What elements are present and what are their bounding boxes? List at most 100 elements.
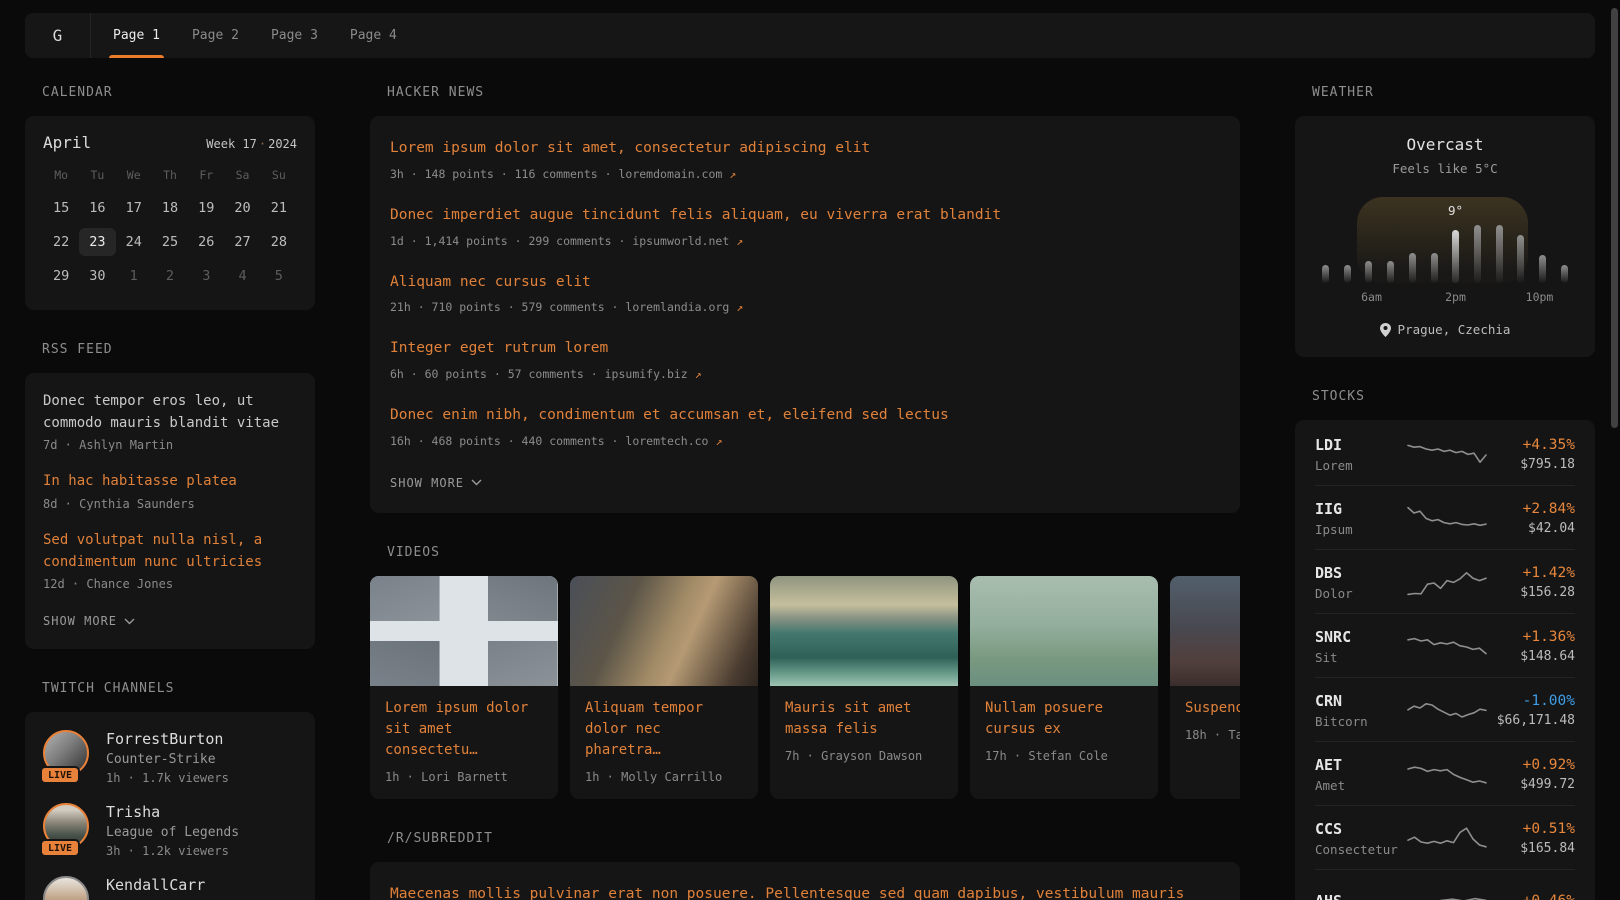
calendar-day[interactable]: 23	[79, 228, 115, 256]
hn-item: Donec enim nibh, condimentum et accumsan…	[390, 405, 1220, 448]
stock-ticker[interactable]: IIG	[1315, 500, 1407, 518]
calendar-day[interactable]: 18	[152, 194, 188, 222]
stock-ticker[interactable]: CRN	[1315, 692, 1407, 710]
calendar-day[interactable]: 5	[261, 262, 297, 290]
stock-row[interactable]: AHS+0.46%	[1315, 870, 1575, 900]
rss-item-title[interactable]: Donec tempor eros leo, ut commodo mauris…	[43, 391, 297, 434]
calendar-day[interactable]: 3	[188, 262, 224, 290]
calendar-day[interactable]: 16	[79, 194, 115, 222]
stock-ticker[interactable]: LDI	[1315, 436, 1407, 454]
stock-row[interactable]: CRNBitcorn-1.00%$66,171.48	[1315, 678, 1575, 742]
twitch-channel-name[interactable]: Trisha	[106, 803, 239, 821]
weather-bar	[1496, 225, 1503, 283]
stock-name: Sit	[1315, 650, 1407, 665]
stock-sparkline	[1407, 565, 1487, 599]
video-card[interactable]: Nullam posuere cursus ex 17h · Stefan Co…	[970, 576, 1158, 799]
tab-page-2[interactable]: Page 2	[176, 13, 255, 58]
twitch-channel-name[interactable]: ForrestBurton	[106, 730, 229, 748]
stock-ticker[interactable]: AHS	[1315, 892, 1407, 900]
twitch-channel-meta: 1h · 1.7k viewers	[106, 771, 229, 785]
hn-item-title[interactable]: Integer eget rutrum lorem	[390, 338, 1220, 360]
twitch-widget: TWITCH CHANNELS LIVE ForrestBurton Count…	[25, 681, 315, 900]
twitch-channel-row: LIVE ForrestBurton Counter-Strike 1h · 1…	[43, 730, 297, 785]
calendar-day[interactable]: 1	[116, 262, 152, 290]
calendar-day[interactable]: 27	[224, 228, 260, 256]
hn-item-title[interactable]: Donec enim nibh, condimentum et accumsan…	[390, 405, 1220, 427]
tab-page-1[interactable]: Page 1	[97, 13, 176, 58]
stock-row[interactable]: DBSDolor+1.42%$156.28	[1315, 550, 1575, 614]
stock-ticker[interactable]: SNRC	[1315, 628, 1407, 646]
calendar-day[interactable]: 25	[152, 228, 188, 256]
rss-item-title[interactable]: Sed volutpat nulla nisl, a condimentum n…	[43, 530, 297, 573]
hn-item-meta: 16h · 468 points · 440 comments · loremt…	[390, 434, 1220, 448]
stocks-section-label: STOCKS	[1312, 389, 1595, 404]
stock-ticker[interactable]: CCS	[1315, 820, 1407, 838]
weather-feels-like: Feels like 5°C	[1319, 161, 1571, 176]
calendar-day[interactable]: 15	[43, 194, 79, 222]
video-card[interactable]: Suspendisse diam 18h · Tara	[1170, 576, 1240, 799]
hn-item: Aliquam nec cursus elit 21h · 710 points…	[390, 272, 1220, 315]
calendar-day[interactable]: 4	[224, 262, 260, 290]
rss-show-more-button[interactable]: SHOW MORE	[43, 614, 135, 628]
stock-sparkline	[1407, 821, 1487, 855]
reddit-post-title[interactable]: Maecenas mollis pulvinar erat non posuer…	[390, 884, 1220, 900]
stock-row[interactable]: LDILorem+4.35%$795.18	[1315, 422, 1575, 486]
vertical-scrollbar[interactable]	[1611, 8, 1618, 428]
weather-section-label: WEATHER	[1312, 85, 1595, 100]
external-link-icon[interactable]: ↗	[695, 367, 702, 381]
stock-row[interactable]: IIGIpsum+2.84%$42.04	[1315, 486, 1575, 550]
hacker-news-section-label: HACKER NEWS	[387, 85, 1240, 100]
video-meta: 18h · Tara	[1170, 719, 1240, 757]
video-thumbnail	[970, 576, 1158, 686]
tab-page-3[interactable]: Page 3	[255, 13, 334, 58]
calendar-day[interactable]: 22	[43, 228, 79, 256]
calendar-day[interactable]: 19	[188, 194, 224, 222]
app-logo[interactable]: G	[25, 13, 91, 58]
stock-row[interactable]: CCSConsectetur+0.51%$165.84	[1315, 806, 1575, 870]
external-link-icon[interactable]: ↗	[729, 167, 736, 181]
video-thumbnail	[370, 576, 558, 686]
twitch-channel-name[interactable]: KendallCarr	[106, 876, 205, 894]
calendar-day[interactable]: 20	[224, 194, 260, 222]
stock-name: Consectetur	[1315, 842, 1407, 857]
external-link-icon[interactable]: ↗	[715, 434, 722, 448]
calendar-week-info: Week 17·2024	[206, 137, 297, 151]
tab-page-4[interactable]: Page 4	[334, 13, 413, 58]
video-thumbnail	[770, 576, 958, 686]
calendar-weekday: Tu	[79, 168, 115, 188]
rss-item-title[interactable]: In hac habitasse platea	[43, 471, 297, 493]
calendar-weekday: Mo	[43, 168, 79, 188]
stock-ticker[interactable]: DBS	[1315, 564, 1407, 582]
hn-item-title[interactable]: Lorem ipsum dolor sit amet, consectetur …	[390, 138, 1220, 160]
video-card[interactable]: Aliquam tempor dolor nec pharetra… 1h · …	[570, 576, 758, 799]
video-card[interactable]: Lorem ipsum dolor sit amet consectetu… 1…	[370, 576, 558, 799]
calendar-day[interactable]: 26	[188, 228, 224, 256]
stock-row[interactable]: SNRCSit+1.36%$148.64	[1315, 614, 1575, 678]
weather-axis-label: 6am	[1361, 290, 1382, 304]
external-link-icon[interactable]: ↗	[736, 234, 743, 248]
weather-bar-chart: 9°	[1319, 197, 1571, 283]
hn-show-more-button[interactable]: SHOW MORE	[390, 476, 482, 490]
calendar-weekday: Fr	[188, 168, 224, 188]
calendar-day[interactable]: 29	[43, 262, 79, 290]
calendar-day[interactable]: 24	[116, 228, 152, 256]
weather-bar	[1517, 235, 1524, 283]
avatar[interactable]	[43, 876, 89, 900]
weather-bar	[1344, 265, 1351, 283]
middle-column: HACKER NEWS Lorem ipsum dolor sit amet, …	[370, 85, 1240, 900]
calendar-day[interactable]: 17	[116, 194, 152, 222]
hn-item: Donec imperdiet augue tincidunt felis al…	[390, 205, 1220, 248]
external-link-icon[interactable]: ↗	[736, 300, 743, 314]
reddit-widget: /R/SUBREDDIT Maecenas mollis pulvinar er…	[370, 831, 1240, 900]
calendar-day[interactable]: 21	[261, 194, 297, 222]
video-card[interactable]: Mauris sit amet massa felis 7h · Grayson…	[770, 576, 958, 799]
calendar-day[interactable]: 28	[261, 228, 297, 256]
calendar-day[interactable]: 30	[79, 262, 115, 290]
hn-item-meta: 21h · 710 points · 579 comments · loreml…	[390, 300, 1220, 314]
hn-item-title[interactable]: Donec imperdiet augue tincidunt felis al…	[390, 205, 1220, 227]
stock-row[interactable]: AETAmet+0.92%$499.72	[1315, 742, 1575, 806]
stock-ticker[interactable]: AET	[1315, 756, 1407, 774]
calendar-day[interactable]: 2	[152, 262, 188, 290]
video-thumbnail	[1170, 576, 1240, 686]
hn-item-title[interactable]: Aliquam nec cursus elit	[390, 272, 1220, 294]
